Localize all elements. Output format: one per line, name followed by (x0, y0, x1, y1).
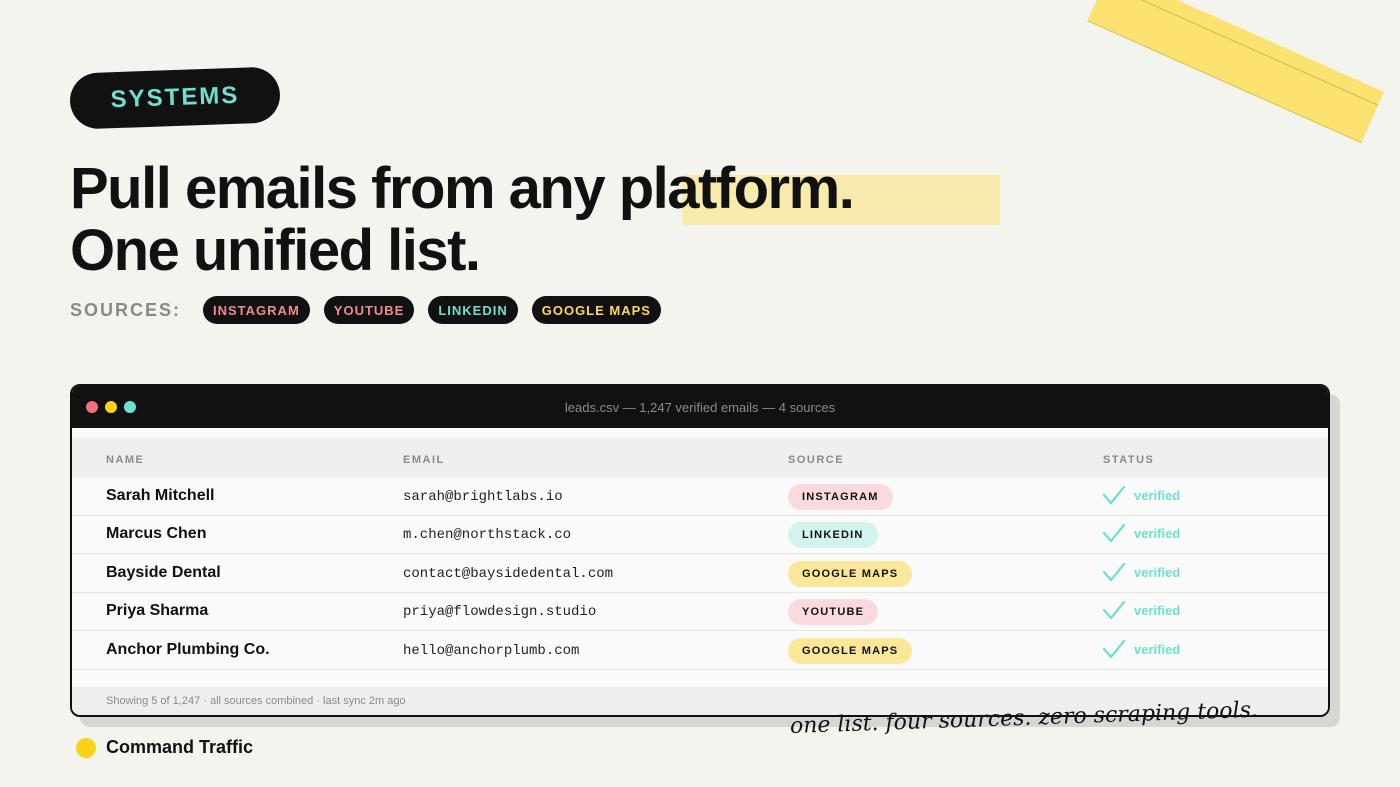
footer-text: Showing 5 of 1,247 · all sources combine… (106, 695, 406, 707)
window-controls (86, 401, 136, 413)
row-email: priya@flowdesign.studio (403, 604, 597, 620)
window-title: leads.csv — 1,247 verified emails — 4 so… (564, 399, 836, 415)
status-text: verified (1134, 564, 1181, 580)
row-source-badge: GOOGLE MAPS (788, 561, 913, 587)
row-name: Anchor Plumbing Co. (106, 641, 270, 658)
status-text: verified (1134, 641, 1181, 657)
row-source-badge: LINKEDIN (788, 522, 878, 548)
row-email: hello@anchorplumb.com (403, 643, 580, 659)
minimize-dot-icon[interactable] (105, 401, 117, 413)
row-source-badge: GOOGLE MAPS (788, 638, 913, 664)
status-text: verified (1134, 525, 1181, 541)
column-header-status[interactable]: STATUS (1103, 454, 1154, 466)
systems-badge-label: SYSTEMS (110, 81, 240, 114)
close-dot-icon[interactable] (86, 401, 98, 413)
sources-label: SOURCES: (70, 299, 182, 320)
row-name: Marcus Chen (106, 525, 207, 542)
table-row[interactable]: Anchor Plumbing Co. hello@anchorplumb.co… (72, 632, 1328, 670)
column-header-source[interactable]: SOURCE (788, 454, 844, 466)
row-status: verified (1102, 522, 1180, 544)
source-chip-youtube: YOUTUBE (323, 296, 415, 324)
table-row[interactable]: Priya Sharma priya@flowdesign.studio YOU… (72, 593, 1328, 631)
check-icon (1102, 600, 1126, 620)
check-icon (1102, 523, 1126, 543)
row-email: m.chen@northstack.co (403, 527, 572, 543)
source-chip-label: YOUTUBE (333, 302, 405, 318)
brand: Command Traffic (76, 737, 253, 758)
page-title: Pull emails from any platform. One unifi… (70, 156, 855, 283)
systems-badge: SYSTEMS (69, 66, 281, 130)
table-row[interactable]: Sarah Mitchell sarah@brightlabs.io INSTA… (72, 478, 1328, 516)
row-status: verified (1102, 599, 1180, 621)
headline-line-1: Pull emails from any platform. (70, 156, 855, 221)
decorative-tape (1087, 0, 1385, 144)
row-source-badge: INSTAGRAM (788, 484, 893, 510)
status-text: verified (1134, 602, 1181, 618)
check-icon (1102, 639, 1126, 659)
status-text: verified (1134, 487, 1181, 503)
row-email: sarah@brightlabs.io (403, 489, 563, 505)
source-chip-label: LINKEDIN (438, 302, 508, 318)
column-header-name[interactable]: NAME (106, 454, 144, 466)
row-name: Sarah Mitchell (106, 487, 215, 504)
row-email: contact@baysidedental.com (403, 566, 614, 582)
table-row[interactable]: Marcus Chen m.chen@northstack.co LINKEDI… (72, 516, 1328, 554)
source-chip-label: INSTAGRAM (213, 302, 300, 318)
leads-window: leads.csv — 1,247 verified emails — 4 so… (70, 384, 1330, 717)
headline-line-2: One unified list. (70, 218, 481, 283)
row-source-badge: YOUTUBE (788, 599, 879, 625)
source-chip-label: GOOGLE MAPS (541, 302, 651, 318)
row-status: verified (1102, 561, 1180, 583)
table-row[interactable]: Bayside Dental contact@baysidedental.com… (72, 555, 1328, 593)
source-chip-instagram: INSTAGRAM (203, 296, 310, 324)
row-status: verified (1102, 638, 1180, 660)
sources-bar: SOURCES: INSTAGRAM YOUTUBE LINKEDIN GOOG… (70, 296, 661, 324)
source-chip-linkedin: LINKEDIN (428, 296, 518, 324)
table-header: NAME EMAIL SOURCE STATUS (72, 438, 1328, 478)
source-chip-google-maps: GOOGLE MAPS (531, 296, 661, 324)
check-icon (1102, 562, 1126, 582)
check-icon (1102, 485, 1126, 505)
brand-logo-icon (76, 737, 96, 758)
maximize-dot-icon[interactable] (124, 401, 136, 413)
row-name: Bayside Dental (106, 564, 221, 581)
row-status: verified (1102, 484, 1180, 506)
row-name: Priya Sharma (106, 602, 209, 619)
brand-name: Command Traffic (106, 737, 254, 757)
column-header-email[interactable]: EMAIL (403, 454, 445, 466)
window-titlebar: leads.csv — 1,247 verified emails — 4 so… (72, 386, 1328, 428)
